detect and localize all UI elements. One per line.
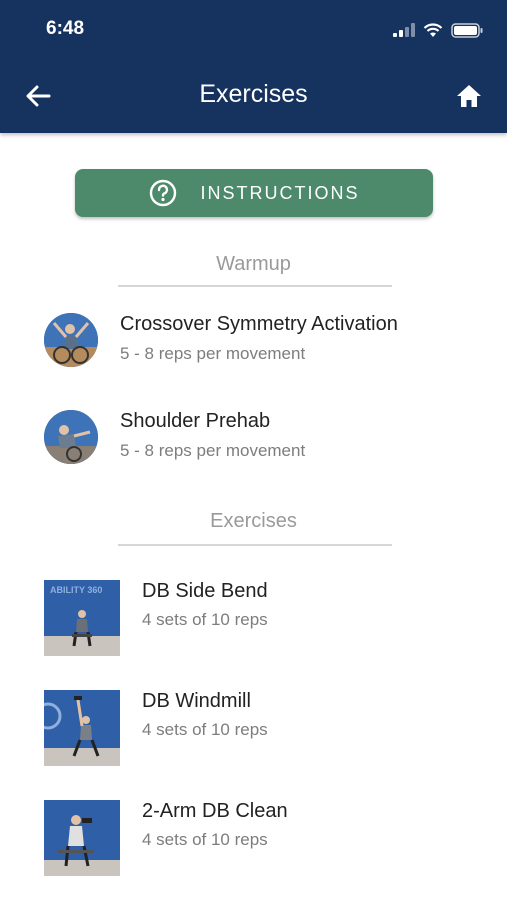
- help-circle-icon: [149, 179, 176, 207]
- warmup-item-shoulder-prehab[interactable]: Shoulder Prehab 5 - 8 reps per movement: [44, 410, 484, 466]
- item-subtitle: 4 sets of 10 reps: [142, 830, 268, 849]
- item-title: Crossover Symmetry Activation: [120, 313, 398, 335]
- item-subtitle: 5 - 8 reps per movement: [120, 344, 306, 363]
- wifi-icon: [423, 22, 443, 37]
- exercise-avatar: [44, 313, 98, 367]
- battery-icon: [451, 22, 483, 38]
- exercise-thumbnail: [44, 800, 120, 876]
- status-time: 6:48: [46, 18, 85, 39]
- app-header: 6:48 Exercises: [0, 0, 507, 133]
- status-icons: [393, 20, 483, 40]
- thumbnail-logo-text: ABILITY 360: [50, 585, 102, 595]
- exercise-item-db-windmill[interactable]: DB Windmill 4 sets of 10 reps: [44, 690, 484, 766]
- exercises-section-title: Exercises: [210, 510, 297, 532]
- page-title: Exercises: [199, 80, 308, 108]
- item-subtitle: 4 sets of 10 reps: [142, 720, 268, 739]
- item-title: DB Side Bend: [142, 580, 268, 602]
- exercise-thumbnail: [44, 690, 120, 766]
- warmup-divider: [118, 285, 392, 287]
- item-subtitle: 5 - 8 reps per movement: [120, 441, 306, 460]
- item-subtitle: 4 sets of 10 reps: [142, 610, 268, 629]
- exercise-item-db-side-bend[interactable]: ABILITY 360 DB Side Bend 4 sets of 10 re…: [44, 580, 484, 656]
- item-title: Shoulder Prehab: [120, 410, 271, 432]
- exercise-avatar: [44, 410, 98, 464]
- instructions-label: INSTRUCTIONS: [200, 182, 360, 203]
- exercise-item-2-arm-db-clean[interactable]: 2-Arm DB Clean 4 sets of 10 reps: [44, 800, 484, 876]
- exercises-divider: [118, 544, 392, 546]
- home-button[interactable]: [453, 80, 485, 112]
- instructions-button[interactable]: INSTRUCTIONS: [75, 169, 433, 217]
- exercise-thumbnail: ABILITY 360: [44, 580, 120, 656]
- warmup-item-crossover[interactable]: Crossover Symmetry Activation 5 - 8 reps…: [44, 313, 484, 369]
- item-title: 2-Arm DB Clean: [142, 800, 288, 822]
- item-title: DB Windmill: [142, 690, 251, 712]
- home-icon: [457, 85, 481, 107]
- warmup-section-title: Warmup: [216, 253, 291, 275]
- signal-icon: [393, 23, 415, 37]
